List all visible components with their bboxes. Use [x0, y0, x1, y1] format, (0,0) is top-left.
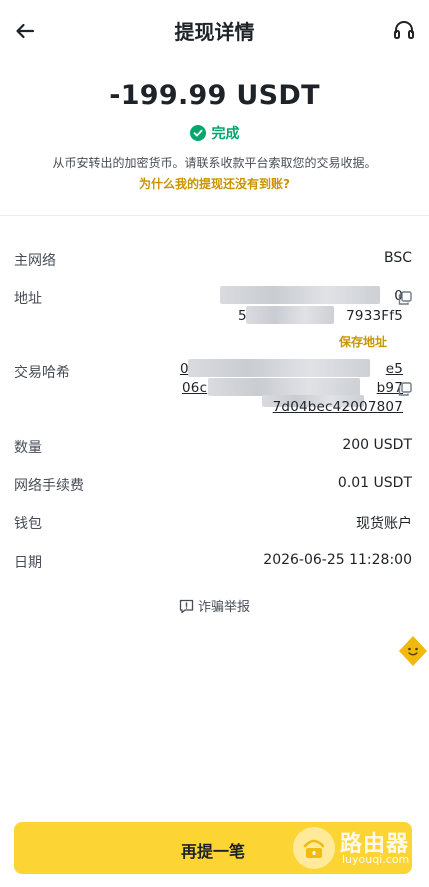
report-icon [179, 599, 194, 614]
status-badge: 完成 [0, 123, 429, 143]
status-text: 完成 [211, 126, 240, 142]
header: 提现详情 [0, 0, 429, 62]
save-address-link[interactable]: 保存地址 [339, 333, 387, 350]
notice-text: 从币安转出的加密货币。请联系收款平台索取您的交易收据。 [52, 156, 377, 170]
scam-report-link[interactable]: 诈骗举报 [0, 596, 429, 615]
redacted-block [220, 286, 380, 304]
address-label: 地址 [14, 291, 42, 307]
help-link[interactable]: 为什么我的提现还没有到账? [0, 175, 429, 192]
withdrawal-amount: -199.99 USDT [109, 80, 320, 111]
redacted-block [188, 359, 370, 377]
copy-icon[interactable] [398, 382, 412, 396]
router-logo-icon [293, 827, 335, 869]
copy-icon[interactable] [398, 291, 412, 305]
address-line2-end: 7933Ff5 [346, 308, 403, 324]
headset-icon[interactable] [393, 19, 415, 41]
txid-line2-start[interactable]: 06c [182, 380, 207, 396]
txid-line1-end[interactable]: e5 [386, 361, 403, 377]
divider [0, 215, 429, 216]
date-label: 日期 [14, 555, 42, 571]
network-value: BSC [383, 250, 412, 266]
fee-value: 0.01 USDT [337, 475, 412, 491]
txid-line3[interactable]: 7d04bec42007807 [273, 399, 403, 415]
watermark-logo: 路由器 luyouqi.com [292, 826, 412, 870]
watermark-url: luyouqi.com [342, 853, 410, 866]
wallet-label: 钱包 [14, 516, 42, 532]
quantity-value: 200 USDT [342, 437, 412, 453]
quantity-label: 数量 [14, 440, 42, 456]
scam-report-label: 诈骗举报 [197, 600, 250, 615]
redacted-block [208, 378, 360, 396]
page-title: 提现详情 [174, 20, 255, 44]
floating-assistant-icon[interactable] [397, 634, 429, 668]
date-value: 2026-06-25 11:28:00 [263, 552, 412, 568]
redacted-block [246, 306, 334, 324]
wallet-value: 现货账户 [356, 516, 412, 532]
check-circle-icon [189, 125, 206, 141]
fee-label: 网络手续费 [14, 478, 84, 494]
network-label: 主网络 [14, 253, 56, 269]
txid-label: 交易哈希 [14, 365, 70, 381]
